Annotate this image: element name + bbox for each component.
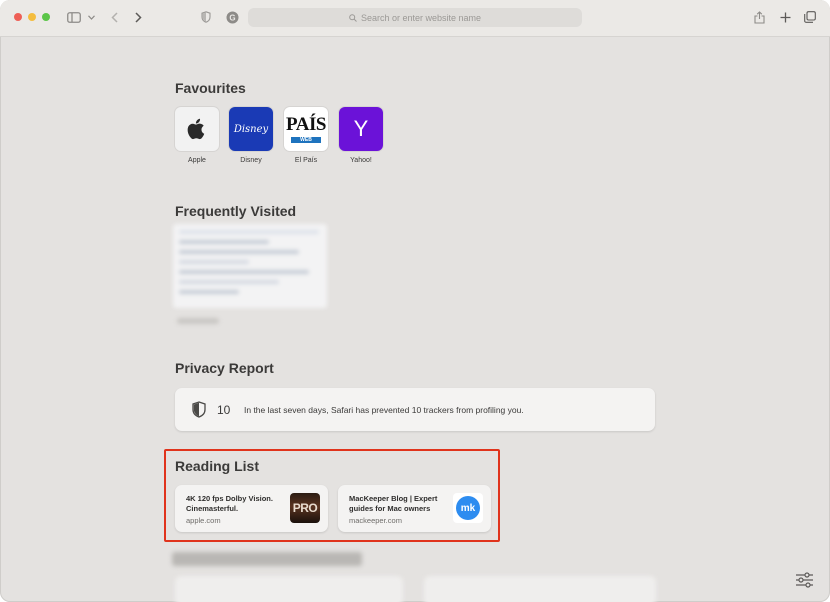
favourite-label: Apple <box>188 157 206 164</box>
toolbar: G Search or enter website name <box>0 0 830 37</box>
customize-start-page-icon[interactable] <box>795 572 814 593</box>
frequently-visited-label-blurred <box>177 318 219 324</box>
favourite-label: El País <box>294 157 318 164</box>
reading-list-thumbnail: PRO <box>290 493 320 523</box>
pro-thumbnail-text: PRO <box>292 501 318 515</box>
search-icon <box>349 13 357 22</box>
yahoo-logo-icon: Y <box>339 107 383 151</box>
minimize-window-button[interactable] <box>28 13 36 21</box>
privacy-report-text: In the last seven days, Safari has preve… <box>244 405 524 415</box>
share-icon[interactable] <box>752 9 766 25</box>
privacy-shield-icon[interactable] <box>199 10 213 24</box>
safari-window: G Search or enter website name Favourite… <box>0 0 830 602</box>
el-pais-web-badge: WEB <box>291 137 321 143</box>
favourite-label: Disney <box>240 157 262 164</box>
disney-logo-text: Disney <box>233 123 269 135</box>
reading-list-item-domain: apple.com <box>186 516 221 525</box>
sidebar-toggle-icon[interactable] <box>66 10 82 24</box>
favourites-heading: Favourites <box>175 80 246 96</box>
blurred-section-heading <box>172 552 362 566</box>
reading-list-item-title: MacKeeper Blog | Expert guides for Mac o… <box>349 494 438 513</box>
svg-text:G: G <box>229 13 235 22</box>
close-window-button[interactable] <box>14 13 22 21</box>
favourite-el-pais[interactable]: PAÍS WEB El País <box>284 107 328 164</box>
address-bar[interactable]: Search or enter website name <box>248 8 582 27</box>
blurred-card <box>175 576 403 602</box>
favourite-yahoo[interactable]: Y Yahoo! <box>339 107 383 164</box>
privacy-report-card[interactable]: 10 In the last seven days, Safari has pr… <box>175 388 655 431</box>
chevron-down-icon[interactable] <box>86 12 96 22</box>
blurred-card <box>424 576 656 602</box>
el-pais-logo-text: PAÍS <box>286 114 326 135</box>
el-pais-logo-icon: PAÍS WEB <box>284 107 328 151</box>
grammarly-extension-icon[interactable]: G <box>225 10 239 24</box>
shield-icon <box>192 401 206 423</box>
frequently-visited-heading: Frequently Visited <box>175 203 297 219</box>
tracker-count: 10 <box>217 403 231 417</box>
favourite-disney[interactable]: Disney Disney <box>229 107 273 164</box>
reading-list-item-domain: mackeeper.com <box>349 516 402 525</box>
address-placeholder: Search or enter website name <box>360 12 482 23</box>
reading-list-item-title: 4K 120 fps Dolby Vision. Cinemasterful. <box>186 494 273 513</box>
tab-overview-icon[interactable] <box>803 10 817 24</box>
favourite-apple[interactable]: Apple <box>175 107 219 164</box>
zoom-window-button[interactable] <box>42 13 50 21</box>
forward-button[interactable] <box>132 10 144 24</box>
mackeeper-logo-icon: mk <box>453 493 483 523</box>
new-tab-icon[interactable] <box>778 10 792 24</box>
frequently-visited-thumbnail[interactable] <box>173 224 327 308</box>
mackeeper-logo-text: mk <box>456 496 480 520</box>
privacy-report-heading: Privacy Report <box>175 360 274 376</box>
reading-list-item-apple[interactable]: 4K 120 fps Dolby Vision. Cinemasterful. … <box>175 485 328 532</box>
reading-list-item-mackeeper[interactable]: MacKeeper Blog | Expert guides for Mac o… <box>338 485 491 532</box>
back-button[interactable] <box>108 10 120 24</box>
apple-logo-icon <box>175 107 219 151</box>
disney-logo-icon: Disney <box>229 107 273 151</box>
yahoo-logo-text: Y <box>353 116 369 141</box>
favourite-label: Yahoo! <box>350 157 372 164</box>
